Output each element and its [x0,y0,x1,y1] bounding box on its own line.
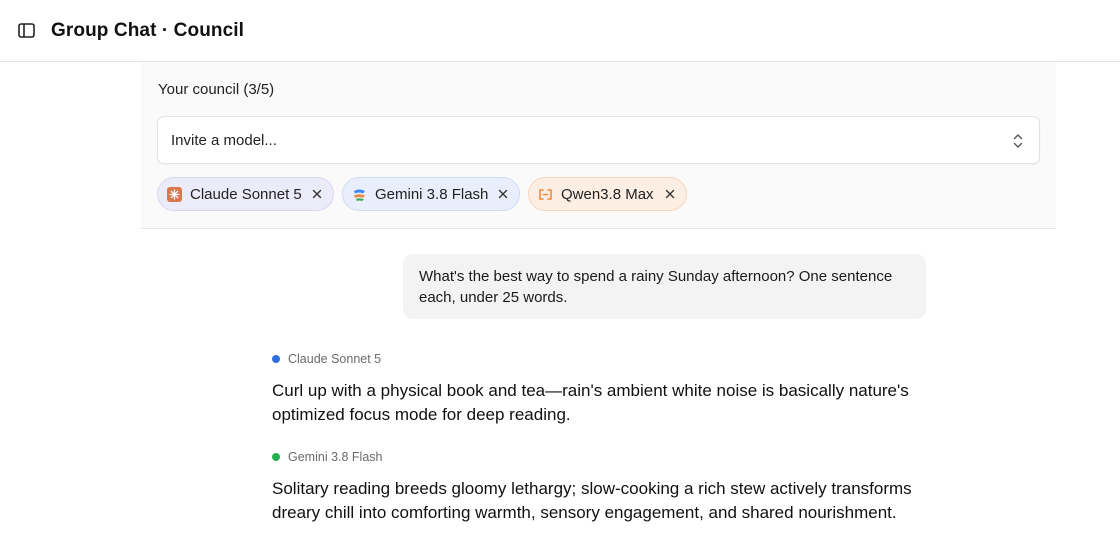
qwen-logo-icon [538,187,553,202]
claude-logo-icon [167,186,182,202]
header-bar: Group Chat · Council [0,0,1120,62]
invite-model-placeholder: Invite a model... [171,131,277,149]
app-window: Group Chat · Council Your council (3/5) … [0,0,1120,560]
chip-label: Claude Sonnet 5 [190,185,302,203]
response-model-name: Gemini 3.8 Flash [288,450,383,464]
response-text: Solitary reading breeds gloomy lethargy;… [272,479,912,522]
response-header: Claude Sonnet 5 [272,351,932,367]
response-header: Gemini 3.8 Flash [272,449,932,465]
council-chip-gemini: Gemini 3.8 Flash [342,177,520,211]
user-message-bubble: What's the best way to spend a rainy Sun… [403,254,926,319]
model-status-dot [272,355,280,363]
model-response-claude: Claude Sonnet 5 Curl up with a physical … [272,351,932,427]
response-model-name: Claude Sonnet 5 [288,352,382,366]
remove-qwen-icon[interactable] [663,187,677,201]
model-response-gemini: Gemini 3.8 Flash Solitary reading breeds… [272,449,932,525]
invite-model-select[interactable]: Invite a model... [157,116,1040,164]
model-status-dot [272,453,280,461]
gemini-logo-icon [352,187,367,202]
council-title: Your council (3/5) [158,81,275,98]
chevron-up-down-icon [1010,132,1026,150]
sidebar-toggle-icon[interactable] [16,21,36,41]
council-chip-claude: Claude Sonnet 5 [157,177,334,211]
response-text: Curl up with a physical book and tea—rai… [272,381,909,424]
council-chip-qwen: Qwen3.8 Max [528,177,687,211]
page-title: Group Chat · Council [51,19,245,41]
remove-gemini-icon[interactable] [496,187,510,201]
chip-label: Gemini 3.8 Flash [375,185,489,203]
council-panel: Your council (3/5) Invite a model... Cla… [141,62,1056,229]
chip-label: Qwen3.8 Max [561,185,654,203]
remove-claude-icon[interactable] [310,187,324,201]
